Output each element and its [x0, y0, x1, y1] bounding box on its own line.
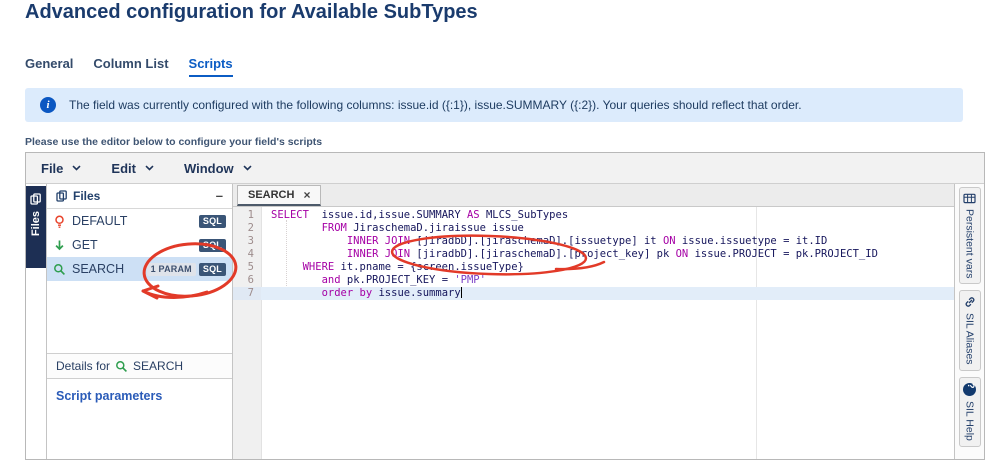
file-name: DEFAULT: [72, 214, 128, 228]
file-item-default[interactable]: DEFAULT SQL: [47, 209, 232, 233]
arrow-down-icon: [55, 240, 64, 250]
code-lines: 1 SELECT issue.id,issue.SUMMARY AS MLCS_S…: [233, 207, 954, 300]
editor-body: Files Files – DEFAULT SQL GET SQL SEARCH 1 PA…: [26, 184, 984, 459]
sql-badge: SQL: [198, 262, 226, 276]
line-content: order by issue.summary: [321, 287, 463, 299]
lightbulb-icon: [55, 215, 64, 228]
code-line-2: 2 FROM JiraschemaD.jiraissue issue: [233, 222, 954, 235]
file-name: GET: [72, 238, 98, 252]
menu-label: Window: [183, 160, 234, 176]
menu-window[interactable]: Window: [184, 161, 252, 176]
code-line-4: 4 INNER JOIN [jiradbD].[jiraschemaD].[pr…: [233, 248, 954, 261]
code-surface[interactable]: 1 SELECT issue.id,issue.SUMMARY AS MLCS_S…: [233, 207, 954, 459]
menu-edit[interactable]: Edit: [111, 161, 154, 176]
menu-label: File: [41, 160, 64, 176]
right-tab-sil-help[interactable]: ? SIL Help: [958, 377, 981, 447]
script-editor: File Edit Window Files Files – DEFAULT SQL G…: [25, 152, 985, 460]
line-number: 3: [247, 235, 254, 247]
editor-hint: Please use the editor below to configure…: [25, 136, 323, 148]
details-partial-text: Script parameters: [56, 389, 163, 403]
close-tab-icon[interactable]: ×: [303, 188, 310, 202]
line-content: WHERE it.pname = {screen.issueType}: [302, 261, 524, 273]
code-editor: SEARCH × 1 SELECT issue.id,issue.SUMMARY …: [233, 184, 954, 459]
file-badges: SQL: [198, 238, 226, 252]
minimize-button[interactable]: –: [216, 189, 223, 202]
sql-badge: SQL: [198, 214, 226, 228]
files-vertical-tab[interactable]: Files: [26, 186, 46, 268]
editor-tab-bar: SEARCH ×: [233, 184, 954, 207]
tab-column-list[interactable]: Column List: [93, 56, 168, 77]
line-number: 7: [233, 287, 261, 300]
right-tab-label: SIL Aliases: [963, 313, 976, 366]
details-file-icon-slot: [115, 360, 128, 373]
param-badge: 1 PARAM: [146, 262, 196, 276]
page: Advanced configuration for Available Sub…: [0, 0, 998, 460]
right-tab-sil-aliases[interactable]: SIL Aliases: [958, 290, 981, 372]
search-icon: [54, 263, 65, 275]
right-tab-label: Persistent vars: [963, 209, 976, 279]
files-vertical-tab-label: Files: [30, 211, 42, 237]
right-tab-label: SIL Help: [963, 401, 976, 441]
vars-icon: [963, 193, 976, 204]
info-icon: i: [40, 97, 56, 113]
code-line-7: 7 order by issue.summary: [233, 287, 954, 300]
files-panel-header: Files –: [47, 184, 232, 209]
line-content: SELECT issue.id,issue.SUMMARY AS MLCS_Su…: [271, 209, 569, 221]
editor-tab-label: SEARCH: [248, 189, 295, 201]
line-content: FROM JiraschemaD.jiraissue issue: [321, 222, 524, 234]
file-list: DEFAULT SQL GET SQL SEARCH 1 PARAM SQL: [47, 209, 232, 281]
sql-badge: SQL: [198, 238, 226, 252]
files-icon: [30, 193, 41, 205]
line-number: 2: [247, 222, 254, 234]
left-tab-strip: Files: [26, 184, 46, 459]
line-content: INNER JOIN [jiradbD].[jiraschemaD].[proj…: [346, 248, 878, 260]
details-body: Script parameters: [47, 379, 232, 459]
code-line-6: 6 and pk.PROJECT_KEY = 'PMP': [233, 274, 954, 287]
files-panel-spacer: [47, 281, 232, 353]
details-prefix: Details for: [56, 359, 111, 373]
line-number: 4: [247, 248, 254, 260]
code-line-1: 1 SELECT issue.id,issue.SUMMARY AS MLCS_S…: [233, 209, 954, 222]
line-content: and pk.PROJECT_KEY = 'PMP': [321, 274, 486, 286]
editor-tab-search[interactable]: SEARCH ×: [237, 185, 322, 206]
help-icon: ?: [963, 383, 976, 397]
file-name: SEARCH: [72, 262, 125, 276]
tab-scripts[interactable]: Scripts: [188, 56, 233, 77]
file-item-search[interactable]: SEARCH 1 PARAM SQL: [47, 257, 232, 281]
file-item-get[interactable]: GET SQL: [47, 233, 232, 257]
files-header-icon-slot: [56, 190, 68, 202]
menu-label: Edit: [111, 160, 136, 176]
text-cursor: [460, 287, 463, 298]
right-tab-persistent-vars[interactable]: Persistent vars: [958, 187, 981, 285]
files-panel: Files – DEFAULT SQL GET SQL SEARCH 1 PARAM SQL…: [46, 184, 233, 459]
line-number: 6: [247, 274, 254, 286]
details-file-name: SEARCH: [133, 359, 184, 373]
chevron-down-icon: [243, 165, 252, 171]
info-banner: i The field was currently configured wit…: [25, 88, 963, 122]
code-line-5: 5 WHERE it.pname = {screen.issueType}: [233, 261, 954, 274]
menu-bar: File Edit Window: [26, 153, 984, 184]
files-icon: [56, 190, 67, 202]
line-number: 5: [247, 261, 254, 273]
chevron-down-icon: [72, 165, 81, 171]
code-line-3: 3 INNER JOIN [jiradbD].[jiraschemaD].[is…: [233, 235, 954, 248]
banner-text: The field was currently configured with …: [69, 98, 802, 112]
top-tab-bar: General Column List Scripts: [25, 56, 233, 77]
file-badges: 1 PARAM SQL: [146, 262, 226, 276]
search-icon: [116, 360, 127, 372]
right-tab-strip: Persistent vars SIL Aliases? SIL Help: [954, 184, 984, 459]
files-panel-title: Files: [73, 189, 101, 203]
menu-file[interactable]: File: [41, 161, 81, 176]
line-content: INNER JOIN [jiradbD].[jiraschemaD].[issu…: [346, 235, 828, 247]
link-icon: [965, 297, 974, 308]
details-header: Details for SEARCH: [47, 353, 232, 379]
file-badges: SQL: [198, 214, 226, 228]
chevron-down-icon: [145, 165, 154, 171]
tab-general[interactable]: General: [25, 56, 73, 77]
line-number: 1: [247, 209, 254, 221]
page-title: Advanced configuration for Available Sub…: [25, 1, 478, 23]
